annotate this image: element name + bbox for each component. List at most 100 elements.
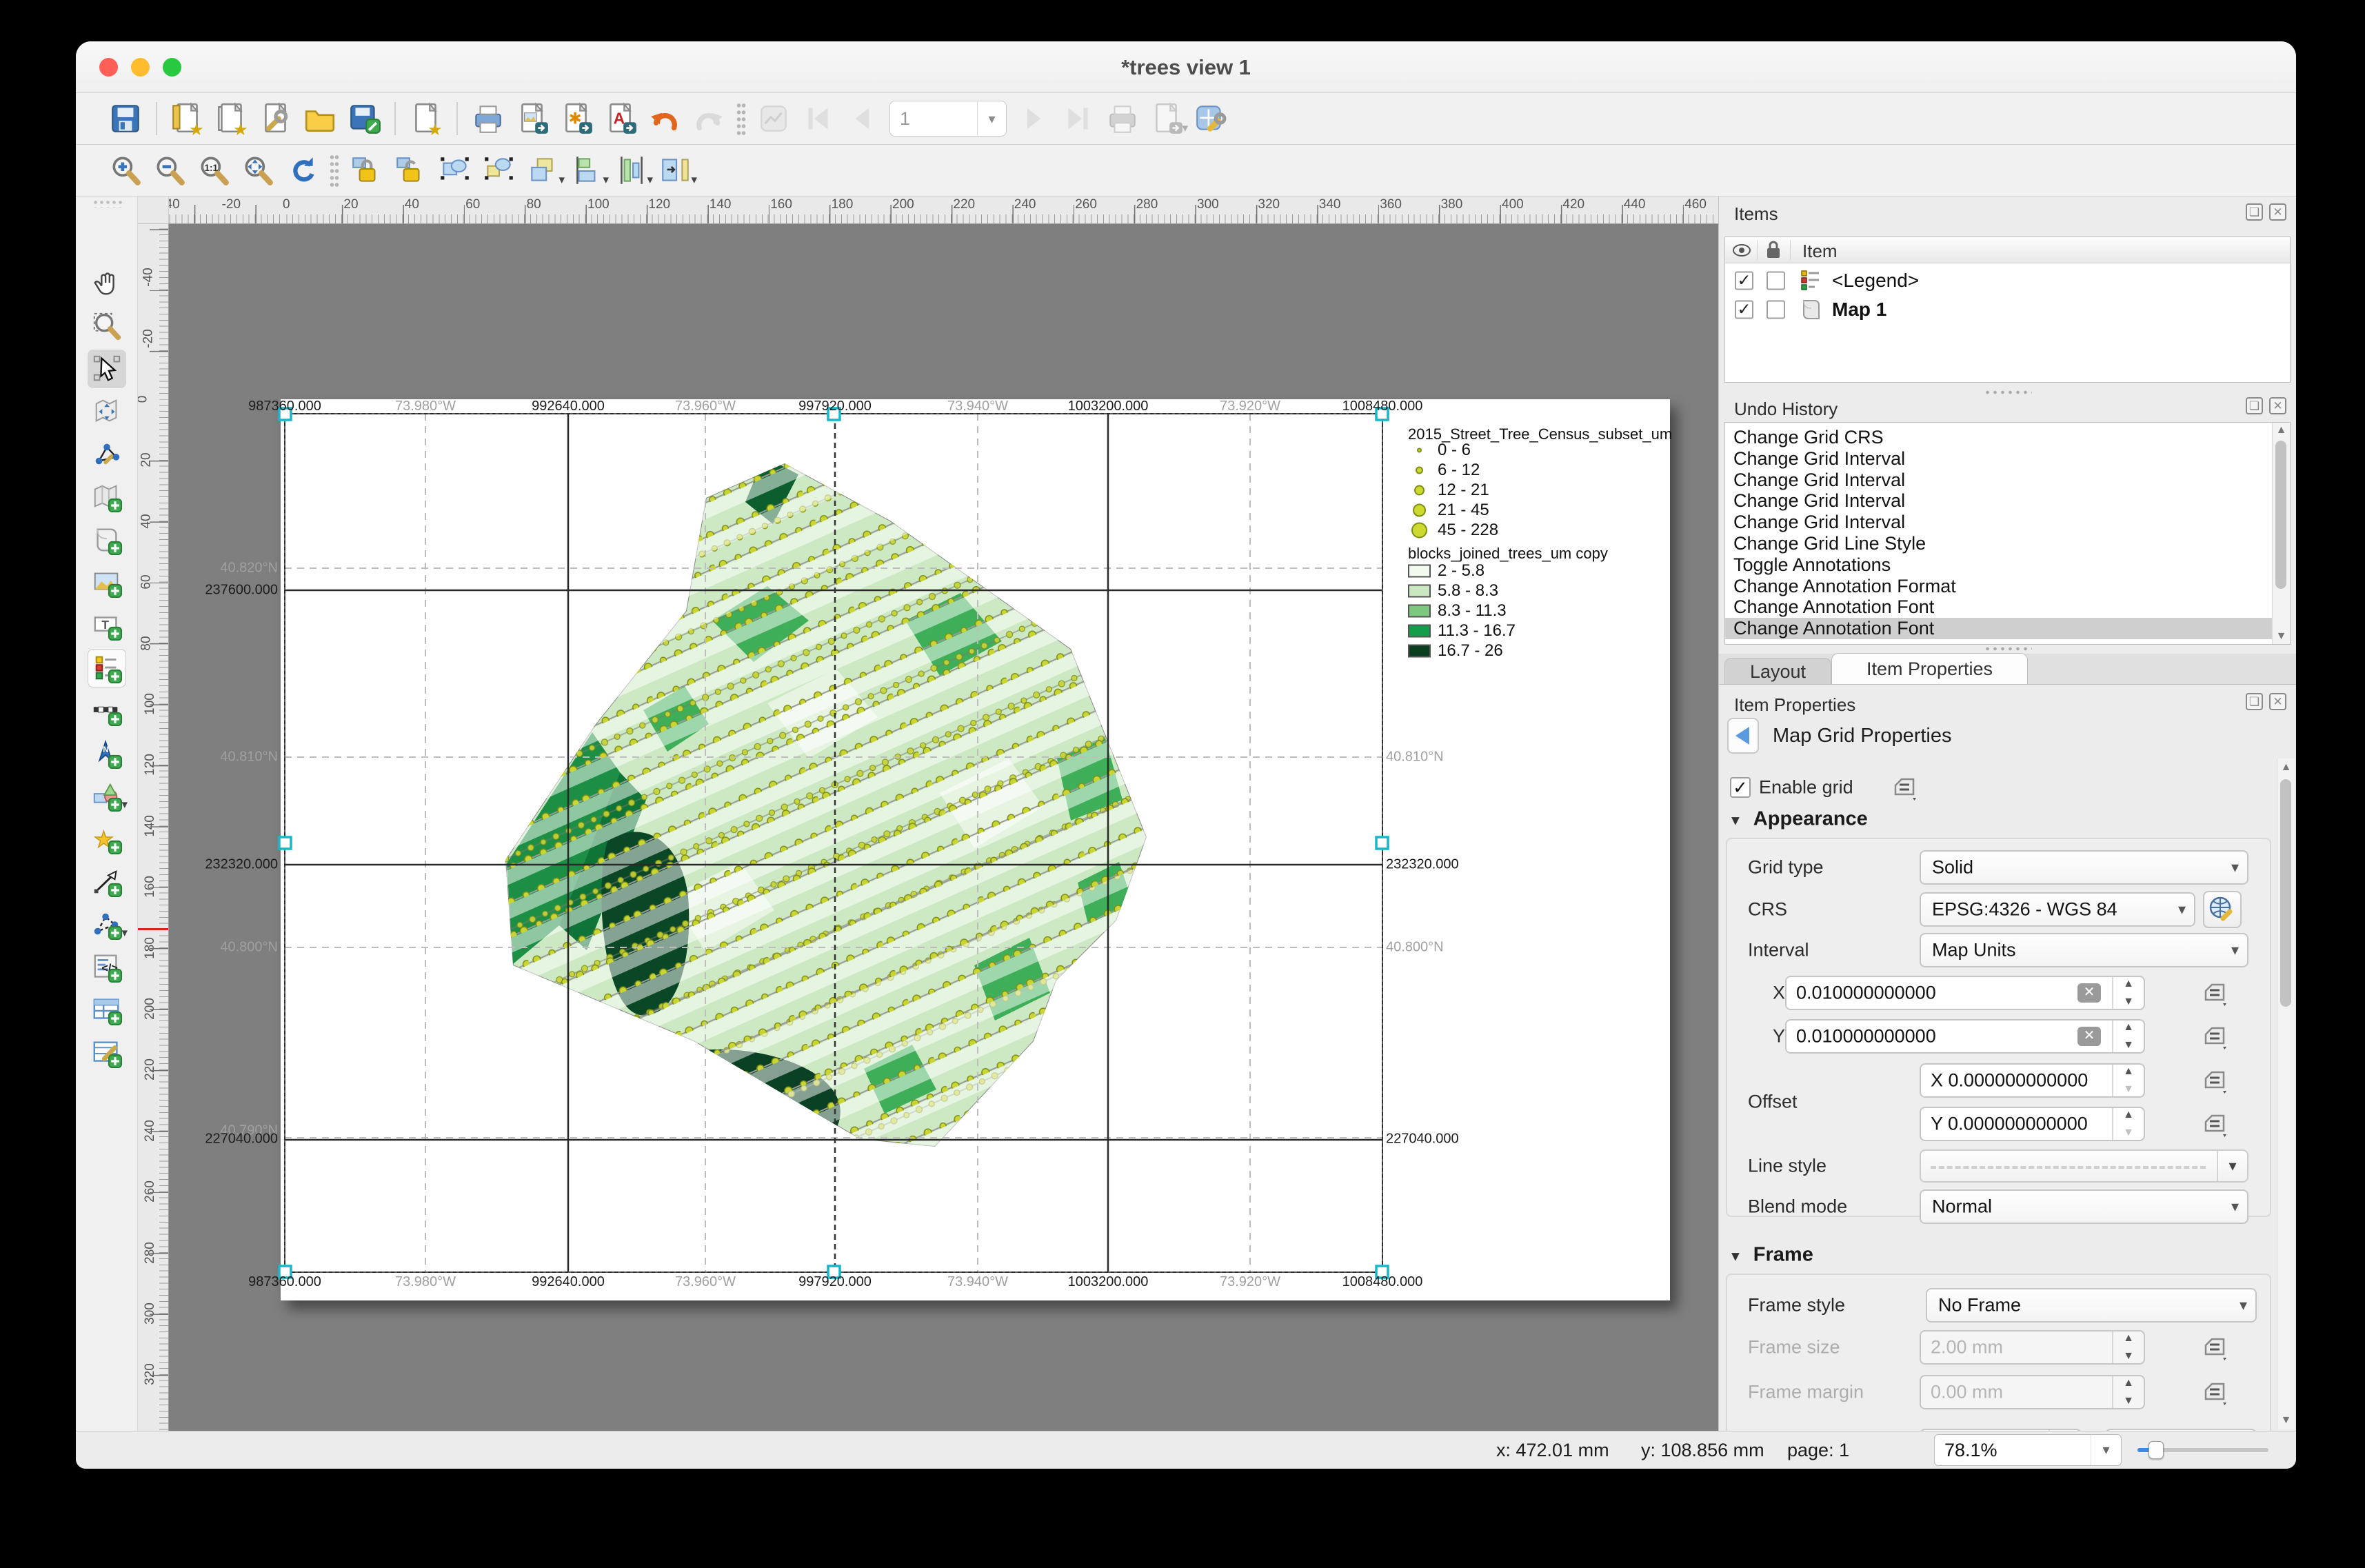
export-pdf-button[interactable]: A [601, 98, 641, 139]
scroll-down-icon[interactable]: ▼ [2277, 1414, 2295, 1427]
data-defined-override-button[interactable] [2200, 1108, 2231, 1140]
raise-items-button[interactable]: ▾ [523, 150, 565, 191]
undo-panel-close-icon[interactable]: ✕ [2269, 397, 2286, 414]
interval-combo[interactable]: Map Units ▾ [1920, 933, 2248, 967]
align-items-button[interactable]: ▾ [567, 150, 609, 191]
zoom-slider-handle[interactable] [2148, 1441, 2164, 1459]
spinner-buttons[interactable]: ▲▼ [2112, 1108, 2144, 1140]
lock-checkbox[interactable] [1767, 271, 1785, 290]
pan-tool[interactable] [88, 264, 126, 303]
add-map-tool[interactable] [88, 478, 126, 516]
interval-x-field[interactable]: 0.010000000000 ✕ ▲ ▼ [1785, 976, 2145, 1010]
atlas-settings-button[interactable] [1191, 98, 1231, 139]
edit-nodes-tool[interactable] [88, 435, 126, 474]
lock-items-button[interactable] [347, 150, 387, 191]
add-3d-map-tool[interactable] [88, 521, 126, 559]
select-move-tool[interactable] [88, 350, 126, 388]
add-node-item-tool[interactable]: ▾ [88, 905, 128, 944]
zoom-in-button[interactable] [105, 150, 145, 191]
select-all-button[interactable] [435, 150, 475, 191]
export-svg-button[interactable]: ✱ [556, 98, 596, 139]
atlas-export-button[interactable]: ▾ [1147, 98, 1188, 139]
add-attribute-table-tool[interactable] [88, 991, 126, 1029]
undo-entry[interactable]: Toggle Annotations [1725, 554, 2272, 576]
zoom-actual-button[interactable]: 1:1 [194, 150, 234, 191]
enable-grid-checkbox[interactable]: ✓ [1730, 777, 1751, 798]
atlas-page-combo[interactable]: 1 ▾ [889, 101, 1007, 137]
spinner-buttons[interactable]: ▲▼ [2112, 977, 2144, 1009]
move-content-tool[interactable] [88, 392, 126, 431]
save-project-button[interactable] [105, 98, 145, 139]
item-row-1[interactable]: ✓ <Legend> [1725, 266, 2290, 295]
add-north-arrow-tool[interactable]: N [88, 734, 126, 773]
item-properties-close-icon[interactable]: ✕ [2269, 693, 2286, 710]
layout-canvas[interactable]: 2015_Street_Tree_Census_subset_um 0 - 66 … [169, 224, 1718, 1431]
atlas-first-button[interactable] [798, 98, 838, 139]
data-defined-override-button[interactable] [2200, 1065, 2231, 1096]
zoom-out-button[interactable] [150, 150, 190, 191]
add-fixed-table-tool[interactable] [88, 1034, 126, 1072]
scroll-up-icon[interactable]: ▲ [2277, 761, 2295, 774]
data-defined-override-button[interactable] [1890, 772, 1920, 803]
undo-entry[interactable]: Change Grid CRS [1725, 427, 2272, 448]
data-defined-override-button[interactable] [2200, 1331, 2231, 1363]
zoom-full-button[interactable] [238, 150, 278, 191]
clear-value-icon[interactable]: ✕ [2077, 1027, 2101, 1046]
atlas-next-button[interactable] [1014, 98, 1054, 139]
undo-scrollbar[interactable]: ▲ ▼ [2272, 423, 2290, 644]
interval-y-field[interactable]: 0.010000000000 ✕ ▲ ▼ [1785, 1019, 2145, 1054]
undo-panel-float-icon[interactable]: ❏ [2246, 397, 2263, 414]
dock-drag-handle[interactable] [92, 199, 123, 208]
unlock-items-button[interactable] [391, 150, 431, 191]
back-button[interactable] [1727, 718, 1759, 754]
items-panel-float-icon[interactable]: ❏ [2246, 203, 2263, 221]
distribute-items-button[interactable]: ▾ [612, 150, 653, 191]
undo-entry[interactable]: Change Annotation Font [1725, 596, 2272, 618]
panel-splitter[interactable] [1983, 646, 2032, 652]
save-as-template-button[interactable] [344, 98, 384, 139]
toolbar-drag-handle[interactable] [330, 154, 339, 187]
add-scalebar-tool[interactable] [88, 692, 126, 730]
frame-style-combo[interactable]: No Frame ▾ [1926, 1288, 2257, 1323]
scroll-down-icon[interactable]: ▼ [2273, 630, 2290, 643]
duplicate-layout-button[interactable]: ★ [212, 98, 252, 139]
visibility-checkbox[interactable]: ✓ [1735, 300, 1753, 319]
add-picture-tool[interactable] [88, 563, 126, 602]
item-row-2[interactable]: ✓ Map 1 [1725, 295, 2290, 324]
atlas-print-button[interactable] [1103, 98, 1143, 139]
data-defined-override-button[interactable] [2200, 977, 2231, 1009]
spinner-buttons[interactable]: ▲▼ [2112, 1021, 2144, 1052]
zoom-tool[interactable] [88, 307, 126, 345]
tab-item-properties[interactable]: Item Properties [1831, 653, 2028, 684]
deselect-all-button[interactable] [479, 150, 519, 191]
data-defined-override-button[interactable] [2200, 1376, 2231, 1408]
zoom-level-combo[interactable]: 78.1% ▾ [1934, 1434, 2122, 1466]
spinner-buttons[interactable]: ▲▼ [2112, 1376, 2144, 1408]
layout-manager-button[interactable] [256, 98, 296, 139]
atlas-prev-button[interactable] [842, 98, 882, 139]
visibility-checkbox[interactable]: ✓ [1735, 271, 1753, 290]
properties-scrollbar[interactable]: ▲ ▼ [2277, 758, 2295, 1429]
offset-y-field[interactable]: Y 0.000000000000 ▲ ▼ [1920, 1107, 2145, 1141]
spinner-buttons[interactable]: ▲▼ [2112, 1331, 2144, 1363]
undo-entry[interactable]: Change Grid Interval [1725, 470, 2272, 491]
select-crs-button[interactable] [2203, 891, 2242, 928]
undo-button[interactable] [645, 98, 685, 139]
items-panel-close-icon[interactable]: ✕ [2269, 203, 2286, 221]
undo-entry[interactable]: Change Grid Interval [1725, 512, 2272, 533]
add-marker-tool[interactable]: ★ [88, 820, 126, 858]
undo-entry[interactable]: Change Grid Interval [1725, 490, 2272, 512]
item-properties-float-icon[interactable]: ❏ [2246, 693, 2263, 710]
line-style-button[interactable]: ▾ [1920, 1149, 2248, 1183]
legend-item[interactable]: 2015_Street_Tree_Census_subset_um 0 - 66 … [1398, 417, 1672, 679]
print-layout-button[interactable] [468, 98, 508, 139]
appearance-section-header[interactable]: Appearance [1729, 808, 1868, 831]
atlas-last-button[interactable] [1058, 98, 1098, 139]
offset-x-field[interactable]: X 0.000000000000 ▲ ▼ [1920, 1063, 2145, 1098]
toolbar-drag-handle[interactable] [736, 102, 746, 135]
add-legend-tool[interactable] [88, 649, 126, 687]
refresh-button[interactable] [282, 150, 322, 191]
spinner-buttons[interactable]: ▲▼ [2112, 1065, 2144, 1096]
grid-type-combo[interactable]: Solid ▾ [1920, 850, 2248, 885]
data-defined-override-button[interactable] [2200, 1021, 2231, 1052]
